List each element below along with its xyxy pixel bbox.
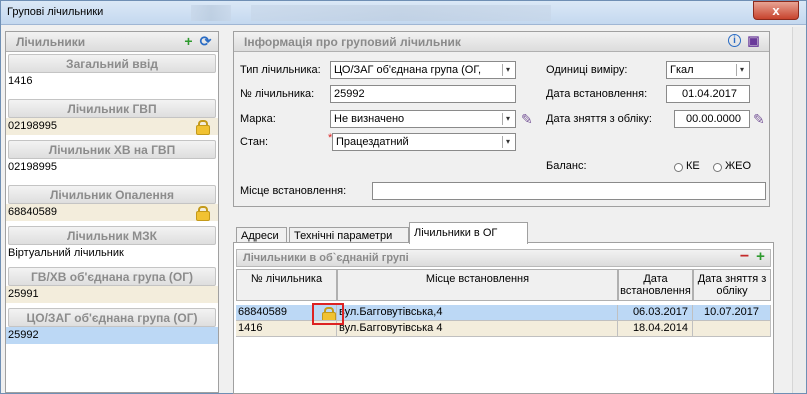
brand-value: Не визначено [334, 113, 405, 125]
add-icon[interactable]: + [753, 249, 768, 265]
meter-group-mzk[interactable]: Лічильник МЗК Віртуальний лічильник [6, 226, 218, 262]
meter-group-title: Лічильник ХВ на ГВП [8, 140, 216, 159]
close-button[interactable]: x [753, 1, 799, 20]
meter-group-title: Лічильник ГВП [8, 99, 216, 118]
col-header-number[interactable]: № лічильника [236, 269, 337, 301]
tab-meters-in-og[interactable]: Лічильники в ОГ [409, 222, 528, 244]
location-label: Місце встановлення: [240, 185, 347, 197]
cell-install-date: 18.04.2014 [618, 321, 693, 337]
state-value: Працездатний [336, 136, 409, 148]
og-meters-title: Лічильники в об`єднаній групі [243, 252, 409, 264]
col-header-location[interactable]: Місце встановлення [337, 269, 618, 301]
removal-date-input[interactable]: 00.00.0000 [674, 110, 750, 128]
edit-brand-icon[interactable]: ✎ [521, 111, 537, 127]
meter-group-title: Лічильник МЗК [8, 226, 216, 245]
removal-date-label: Дата зняття з обліку: [546, 113, 652, 125]
cell-number-text: 68840589 [238, 306, 287, 318]
meter-group-main-input[interactable]: Загальний ввід 1416 [6, 54, 218, 90]
meter-group-value[interactable]: 02198995 [6, 118, 218, 135]
meter-group-title: Загальний ввід [8, 54, 216, 73]
blurred-title-text [251, 5, 551, 21]
dropdown-arrow-icon[interactable]: ▾ [502, 64, 513, 76]
dropdown-arrow-icon[interactable]: ▾ [502, 136, 513, 148]
state-label: Стан: [240, 136, 269, 148]
cell-location: вул.Багговутівська,4 [337, 305, 618, 321]
cell-install-date: 06.03.2017 [618, 305, 693, 321]
refresh-icon[interactable]: ⟳ [198, 34, 213, 49]
vertical-scrollbar[interactable] [792, 27, 806, 393]
info-panel-header: Інформація про груповий лічильник i ▣ [234, 32, 769, 52]
meter-type-select[interactable]: ЦО/ЗАГ об'єднана група (ОГ, ▾ [330, 61, 516, 79]
install-date-label: Дата встановлення: [546, 88, 648, 100]
units-select[interactable]: Гкал ▾ [666, 61, 750, 79]
meter-type-value: ЦО/ЗАГ об'єднана група (ОГ, [334, 64, 482, 76]
meter-group-value[interactable]: 25991 [6, 286, 218, 303]
edit-removal-date-icon[interactable]: ✎ [753, 111, 769, 127]
meter-group-co-zag-og[interactable]: ЦО/ЗАГ об'єднана група (ОГ) 25992 [6, 308, 218, 344]
meters-panel-title: Лічильники [16, 35, 86, 49]
blurred-title-area [191, 5, 231, 21]
meter-group-value[interactable]: 68840589 [6, 204, 218, 221]
units-value: Гкал [670, 64, 694, 76]
units-label: Одиниці виміру: [546, 64, 628, 76]
meters-panel: Лічильники + ⟳ Загальний ввід 1416 Лічил… [5, 31, 219, 393]
meter-group-title: Лічильник Опалення [8, 185, 216, 204]
window-title: Групові лічильники [7, 6, 104, 18]
meter-group-value-text: 68840589 [8, 206, 57, 218]
meter-group-value-text: 02198995 [8, 120, 57, 132]
cell-removal-date: 10.07.2017 [693, 305, 771, 321]
meter-group-value[interactable]: 02198995 [6, 159, 218, 176]
meter-type-label: Тип лічильника: [240, 64, 321, 76]
remove-icon[interactable]: − [737, 249, 752, 265]
meter-number-label: № лічильника: [240, 88, 315, 100]
group-meters-window: Групові лічильники x Лічильники + ⟳ Зага… [0, 0, 807, 394]
meter-group-value[interactable]: Віртуальний лічильник [6, 245, 218, 262]
balance-label: Баланс: [546, 160, 587, 172]
group-meter-info-panel: Інформація про груповий лічильник i ▣ Ти… [233, 31, 770, 207]
location-input[interactable] [372, 182, 766, 200]
meter-group-value[interactable]: 25992 [6, 327, 218, 344]
info-panel-title: Інформація про груповий лічильник [244, 35, 461, 49]
balance-zheo-radio[interactable] [713, 163, 722, 172]
meter-group-gvp[interactable]: Лічильник ГВП 02198995 [6, 99, 218, 135]
balance-zheo-label: ЖЕО [725, 160, 752, 172]
meter-number-input[interactable]: 25992 [330, 85, 516, 103]
brand-select[interactable]: Не визначено ▾ [330, 110, 516, 128]
save-icon[interactable]: ▣ [746, 34, 761, 49]
meter-group-gv-hv-og[interactable]: ГВ/ХВ об'єднана група (ОГ) 25991 [6, 267, 218, 303]
state-select[interactable]: Працездатний ▾ [332, 133, 516, 151]
dropdown-arrow-icon[interactable]: ▾ [502, 113, 513, 125]
meter-group-hv-gvp[interactable]: Лічильник ХВ на ГВП 02198995 [6, 140, 218, 176]
lock-icon [196, 120, 210, 135]
col-header-removal-date[interactable]: Дата зняття з обліку [693, 269, 771, 301]
meters-panel-header: Лічильники + ⟳ [6, 32, 218, 52]
balance-ke-radio[interactable] [674, 163, 683, 172]
info-icon[interactable]: i [728, 34, 741, 47]
balance-ke-label: КЕ [686, 160, 700, 172]
cell-location: вул.Багговутівська 4 [337, 321, 618, 337]
title-bar: Групові лічильники x [1, 1, 806, 25]
brand-label: Марка: [240, 113, 276, 125]
meter-group-title: ГВ/ХВ об'єднана група (ОГ) [8, 267, 216, 286]
install-date-input[interactable]: 01.04.2017 [666, 85, 750, 103]
cell-removal-date [693, 321, 771, 337]
lock-icon [196, 206, 210, 221]
col-header-install-date[interactable]: Дата встановлення [618, 269, 693, 301]
meter-group-value[interactable]: 1416 [6, 73, 218, 90]
dropdown-arrow-icon[interactable]: ▾ [736, 64, 747, 76]
og-meters-header: Лічильники в об`єднаній групі − + [236, 249, 771, 267]
meter-group-title: ЦО/ЗАГ об'єднана група (ОГ) [8, 308, 216, 327]
meter-group-heating[interactable]: Лічильник Опалення 68840589 [6, 185, 218, 221]
add-icon[interactable]: + [181, 34, 196, 49]
highlight-box [312, 303, 344, 325]
